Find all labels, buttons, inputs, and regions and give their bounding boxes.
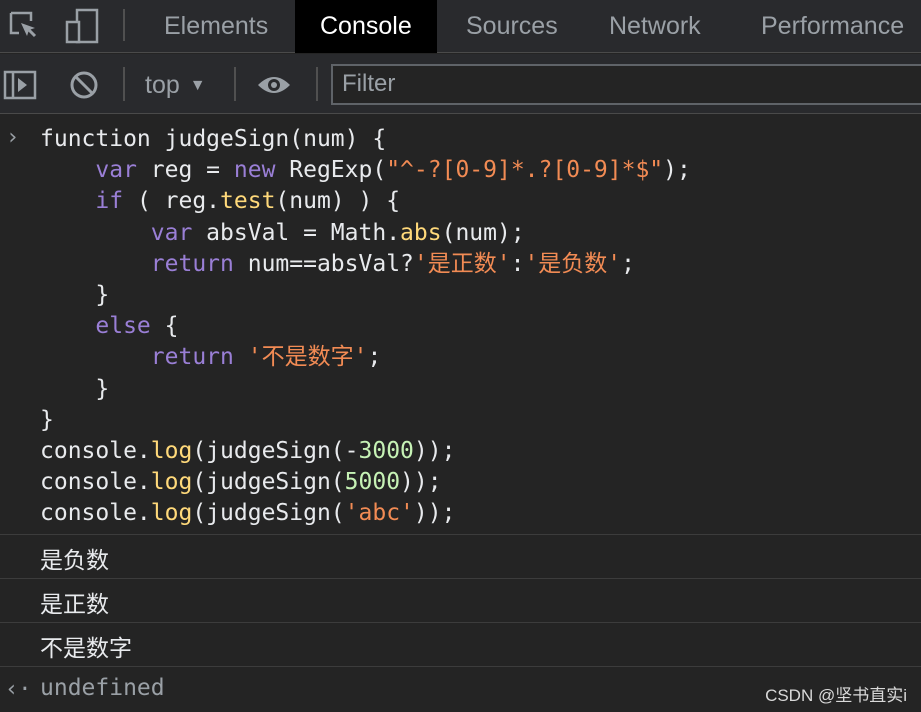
dropdown-arrow-icon: ▼ [189,77,206,94]
console-output-row: 不是数字 [0,623,921,667]
code-line: var absVal = Math.abs(num); [150,219,525,246]
toolbar-separator [234,67,236,101]
code-line: function judgeSign(num) { [40,126,387,152]
tab-network[interactable]: Network [609,0,701,53]
code-line: if ( reg.test(num) ) { [95,188,401,215]
toolbar-separator [123,67,125,101]
code-line: else { [95,313,179,340]
tab-sources[interactable]: Sources [466,0,558,53]
context-selector[interactable]: top ▼ [145,68,206,102]
tabbar-separator [123,9,125,41]
show-sidebar-icon[interactable] [2,67,38,103]
code-line: } [40,406,54,433]
clear-console-icon[interactable] [66,67,102,103]
console-input-entry: › function judgeSign(num) { var reg = ne… [0,124,921,535]
watermark: CSDN @坚书直实i [765,686,907,705]
console-output-text: 是正数 [40,592,109,618]
code-line: return '不是数字'; [150,344,382,371]
live-expression-eye-icon[interactable] [256,67,292,103]
return-value: undefined [40,675,165,701]
code-line: return num==absVal?'是正数':'是负数'; [150,250,636,277]
code-line: var reg = new RegExp("^-?[0-9]*.?[0-9]*$… [95,157,691,184]
devtools-tabbar: Elements Console Sources Network Perform… [0,0,921,53]
console-return-row: ‹· undefined CSDN @坚书直实i [0,669,921,712]
toolbar-separator [316,67,318,101]
input-prompt-chevron-icon: › [6,125,20,150]
filter-input[interactable]: Filter [331,64,921,105]
console-output-text: 不是数字 [40,636,132,662]
console-output-text: 是负数 [40,548,109,574]
code-line: console.log(judgeSign(-3000)); [40,438,456,464]
code-line: console.log(judgeSign(5000)); [40,469,442,496]
context-label: top [145,71,180,99]
console-output-row: 是正数 [0,579,921,623]
tab-elements[interactable]: Elements [164,0,268,53]
console-output-row: 是负数 [0,535,921,579]
tab-performance[interactable]: Performance [761,0,904,53]
code-line: console.log(judgeSign('abc')); [40,500,456,527]
console-toolbar: top ▼ Filter [0,54,921,114]
device-toolbar-icon[interactable] [64,8,100,44]
tab-console[interactable]: Console [295,0,437,53]
code-line: } [40,375,110,402]
code-line: } [40,282,110,308]
return-arrow-icon: ‹· [5,677,32,702]
inspect-element-icon[interactable] [6,8,42,44]
